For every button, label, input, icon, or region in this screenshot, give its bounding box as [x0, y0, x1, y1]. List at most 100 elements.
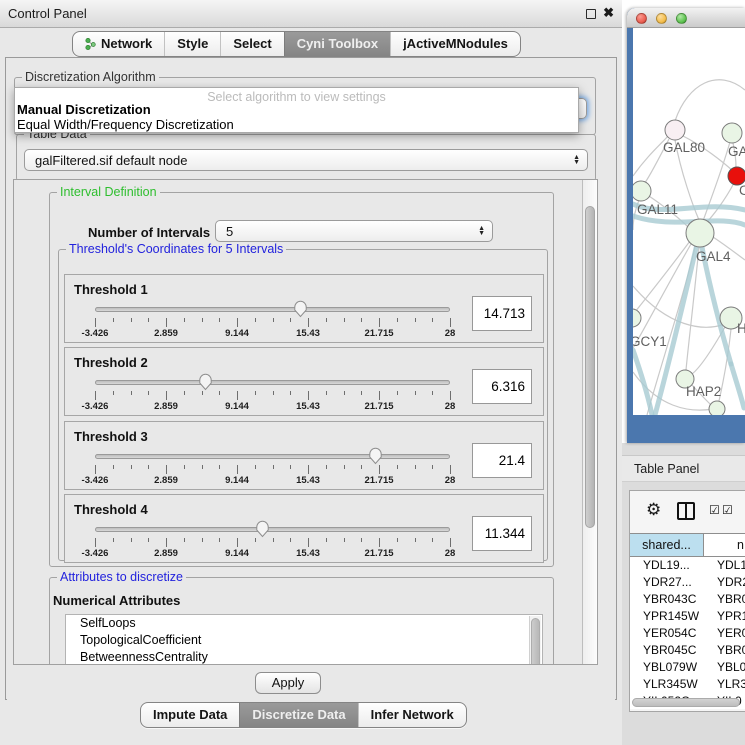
table-cell[interactable]: YBL079W: [630, 659, 704, 676]
algorithm-option-manual[interactable]: Manual Discretization: [15, 102, 578, 117]
network-node-gal11[interactable]: [633, 181, 651, 201]
tick-mark: [273, 538, 274, 542]
table-cell[interactable]: YLR3: [704, 676, 745, 693]
tab-style[interactable]: Style: [164, 32, 220, 56]
attribute-item-topologicalcoefficient[interactable]: TopologicalCoefficient: [66, 632, 542, 649]
network-canvas[interactable]: GAL80GACGAL11GAL4GCY1HHAP2: [633, 28, 745, 415]
threshold-value-field[interactable]: 6.316: [472, 369, 532, 404]
table-cell[interactable]: YDR27...: [630, 574, 704, 591]
column-header-name[interactable]: n: [704, 534, 745, 556]
column-header-shared-name[interactable]: shared...: [630, 534, 704, 556]
network-node-gal4[interactable]: [686, 219, 714, 247]
tick-mark: [290, 391, 291, 395]
network-edge-thick[interactable]: [731, 364, 744, 408]
table-cell[interactable]: YPR145W: [630, 608, 704, 625]
horizontal-scrollbar-thumb[interactable]: [632, 698, 740, 707]
network-node-gcy1[interactable]: [633, 309, 641, 327]
table-row[interactable]: YLR345WYLR3: [630, 676, 745, 693]
vertical-scrollbar-thumb[interactable]: [585, 206, 595, 528]
bottom-tab-discretize-data[interactable]: Discretize Data: [239, 703, 357, 727]
threshold-value-field[interactable]: 11.344: [472, 516, 532, 551]
table-cell[interactable]: YDL1: [704, 557, 745, 574]
minimize-traffic-light-icon[interactable]: [656, 13, 667, 24]
table-cell[interactable]: YBL0: [704, 659, 745, 676]
table-cell[interactable]: YDR2: [704, 574, 745, 591]
tab-label: jActiveMNodules: [403, 36, 508, 51]
scale-label: 9.144: [225, 548, 249, 559]
list-scrollbar-thumb[interactable]: [531, 618, 540, 665]
tick-mark: [361, 538, 362, 542]
vertical-scrollbar[interactable]: [582, 180, 597, 664]
tick-mark: [344, 391, 345, 395]
table-cell[interactable]: YBR0: [704, 591, 745, 608]
list-scrollbar[interactable]: [529, 616, 541, 665]
network-node-gal80[interactable]: [665, 120, 685, 140]
gear-icon[interactable]: ⚙: [646, 500, 661, 520]
network-node-ga[interactable]: [722, 123, 742, 143]
attribute-item-betweennesscentrality[interactable]: BetweennessCentrality: [66, 649, 542, 665]
table-row[interactable]: YBR045CYBR0: [630, 642, 745, 659]
threshold-value-field[interactable]: 21.4: [472, 443, 532, 478]
table-row[interactable]: YPR145WYPR1: [630, 608, 745, 625]
checkbox-icon[interactable]: ☑: [722, 503, 733, 517]
network-edge-thick[interactable]: [633, 350, 652, 415]
slider-scale-labels: -3.4262.8599.14415.4321.71528: [95, 328, 450, 340]
table-row[interactable]: YDL19...YDL1: [630, 557, 745, 574]
network-node[interactable]: [709, 401, 725, 415]
tab-jactivemnodules[interactable]: jActiveMNodules: [390, 32, 520, 56]
numerical-attributes-list[interactable]: SelfLoopsTopologicalCoefficientBetweenne…: [65, 614, 543, 665]
threshold-slider[interactable]: [95, 378, 450, 388]
columns-icon[interactable]: [677, 502, 695, 520]
table-row[interactable]: YDR27...YDR2: [630, 574, 745, 591]
close-icon[interactable]: ✖: [603, 5, 614, 21]
table-row[interactable]: YBR043CYBR0: [630, 591, 745, 608]
tick-mark: [131, 538, 132, 542]
number-of-intervals-combobox[interactable]: 5 ▲▼: [215, 220, 493, 242]
float-window-icon[interactable]: [586, 9, 596, 19]
table-cell[interactable]: YER0: [704, 625, 745, 642]
close-traffic-light-icon[interactable]: [636, 13, 647, 24]
bottom-tab-infer-network[interactable]: Infer Network: [358, 703, 466, 727]
threshold-1-row: Threshold 1 -3.4262.8599.14415.4321.7152…: [64, 274, 544, 343]
threshold-value-field[interactable]: 14.713: [472, 296, 532, 331]
tick-mark: [184, 465, 185, 469]
algorithm-option-equal-width[interactable]: Equal Width/Frequency Discretization: [15, 117, 578, 132]
bottom-tab-impute-data[interactable]: Impute Data: [141, 703, 239, 727]
table-cell[interactable]: YBR045C: [630, 642, 704, 659]
attribute-item-selfloops[interactable]: SelfLoops: [66, 615, 542, 632]
table-panel-title: Table Panel: [634, 462, 699, 476]
threshold-slider[interactable]: [95, 305, 450, 315]
table-cell[interactable]: YDL19...: [630, 557, 704, 574]
slider-track[interactable]: [95, 380, 450, 385]
tab-network[interactable]: Network: [73, 32, 164, 56]
tab-select[interactable]: Select: [220, 32, 283, 56]
network-edge[interactable]: [675, 80, 745, 121]
zoom-traffic-light-icon[interactable]: [676, 13, 687, 24]
tick-mark: [219, 391, 220, 395]
slider-scale-labels: -3.4262.8599.14415.4321.71528: [95, 475, 450, 487]
scale-label: 21.715: [364, 475, 393, 486]
table-row[interactable]: YBL079WYBL0: [630, 659, 745, 676]
threshold-slider[interactable]: [95, 452, 450, 462]
tab-cyni-toolbox[interactable]: Cyni Toolbox: [284, 32, 390, 56]
slider-track[interactable]: [95, 454, 450, 459]
threshold-slider[interactable]: [95, 525, 450, 535]
threshold-label: Threshold 1: [74, 282, 148, 297]
table-data-combobox[interactable]: galFiltered.sif default node ▲▼: [24, 149, 588, 171]
table-cell[interactable]: YER054C: [630, 625, 704, 642]
slider-track[interactable]: [95, 307, 450, 312]
tick-mark: [237, 318, 238, 327]
slider-track[interactable]: [95, 527, 450, 532]
table-cell[interactable]: YLR345W: [630, 676, 704, 693]
table-row[interactable]: YER054CYER0: [630, 625, 745, 642]
tick-mark: [95, 465, 96, 474]
network-window-titlebar[interactable]: [627, 8, 745, 28]
tick-mark: [450, 538, 451, 547]
tick-mark: [361, 465, 362, 469]
table-cell[interactable]: YBR043C: [630, 591, 704, 608]
table-toolbar: ⚙ ☑ ☑: [630, 491, 745, 533]
table-cell[interactable]: YPR1: [704, 608, 745, 625]
checkbox-icon[interactable]: ☑: [709, 503, 720, 517]
table-cell[interactable]: YBR0: [704, 642, 745, 659]
apply-button[interactable]: Apply: [255, 672, 321, 694]
